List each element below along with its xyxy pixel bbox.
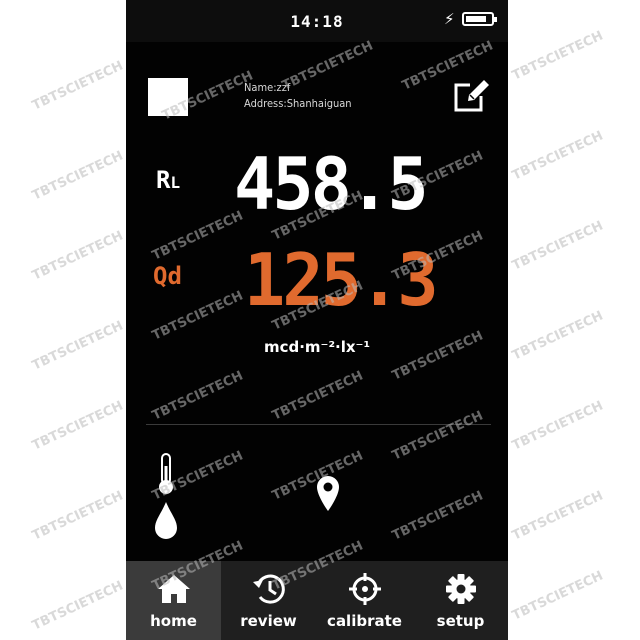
bolt-icon: ⚡	[444, 10, 455, 28]
watermark-text: TBTSCIETECH	[30, 578, 126, 634]
thermometer-icon	[159, 453, 173, 494]
edit-icon[interactable]	[451, 75, 491, 115]
tab-home-label: home	[150, 612, 197, 630]
watermark-text: TBTSCIETECH	[30, 228, 126, 284]
watermark-text: TBTSCIETECH	[30, 488, 126, 544]
rl-label: RL	[156, 166, 180, 194]
avatar[interactable]	[148, 78, 188, 116]
tab-review-label: review	[240, 612, 297, 630]
gear-icon	[446, 574, 476, 604]
tab-home[interactable]: home	[126, 561, 221, 640]
battery-level-fill	[466, 16, 487, 22]
tab-calibrate-label: calibrate	[327, 612, 402, 630]
tab-review[interactable]: review	[221, 561, 316, 640]
watermark-text: TBTSCIETECH	[30, 318, 126, 374]
watermark-text: TBTSCIETECH	[30, 398, 126, 454]
watermark-text: TBTSCIETECH	[510, 128, 606, 184]
rl-label-sub: L	[170, 173, 181, 192]
battery-icon	[462, 12, 497, 26]
status-bar: 14:18 ⚡	[126, 0, 508, 42]
divider	[146, 424, 491, 425]
profile-info: Name:zzf Address:Shanhaiguan	[244, 80, 352, 112]
tab-calibrate[interactable]: calibrate	[316, 561, 413, 640]
crosshair-icon	[349, 573, 381, 605]
bottom-nav: home review calibrate setup	[126, 561, 508, 640]
location-pin-icon[interactable]	[314, 474, 342, 514]
watermark-text: TBTSCIETECH	[510, 218, 606, 274]
watermark-text: TBTSCIETECH	[510, 28, 606, 84]
tab-setup[interactable]: setup	[413, 561, 508, 640]
watermark-text: TBTSCIETECH	[510, 488, 606, 544]
history-icon	[253, 574, 285, 604]
rl-label-main: R	[156, 166, 171, 194]
home-icon	[158, 575, 190, 603]
watermark-text: TBTSCIETECH	[30, 58, 126, 114]
watermark-text: TBTSCIETECH	[30, 148, 126, 204]
watermark-text: TBTSCIETECH	[510, 308, 606, 364]
device-screen: 14:18 ⚡ Name:zzf Address:Shanhaiguan RL …	[126, 0, 508, 640]
qd-value: 125.3	[244, 238, 439, 322]
tab-setup-label: setup	[436, 612, 485, 630]
rl-value: 458.5	[234, 142, 429, 226]
watermark-text: TBTSCIETECH	[510, 398, 606, 454]
watermark-text: TBTSCIETECH	[510, 568, 606, 624]
profile-address: Address:Shanhaiguan	[244, 97, 352, 110]
humidity-drop-icon	[155, 502, 177, 539]
unit-label: mcd·m⁻²·lx⁻¹	[263, 338, 371, 356]
profile-name: Name:zzf	[244, 81, 291, 94]
qd-label: Qd	[153, 262, 182, 290]
